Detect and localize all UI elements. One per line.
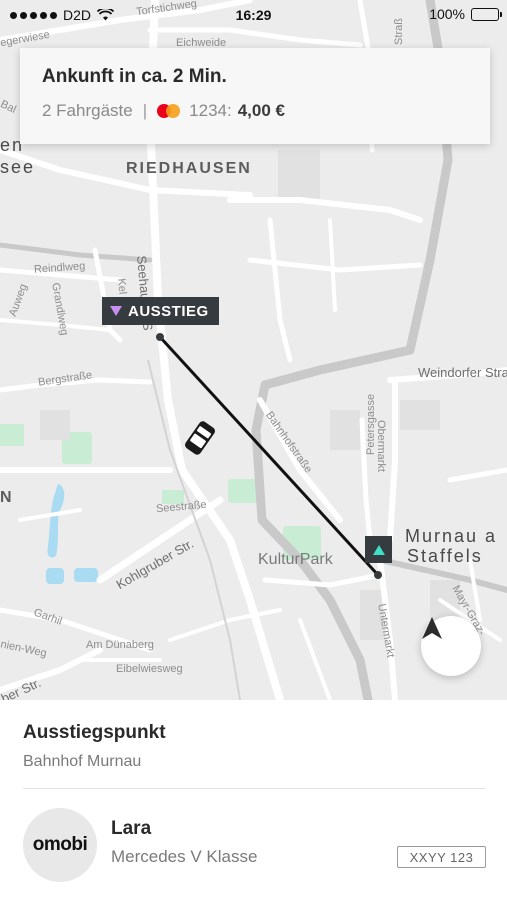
- vehicle-icon: [185, 421, 215, 455]
- poi-label: KulturPark: [258, 551, 333, 568]
- passenger-count: 2 Fahrgäste: [42, 101, 133, 120]
- driver-avatar: omobi: [23, 808, 97, 882]
- park-area: [0, 424, 24, 446]
- destination-heading: Ausstiegspunkt: [23, 722, 166, 743]
- place-label: N: [0, 489, 14, 506]
- lake: [46, 568, 64, 584]
- lake: [74, 568, 98, 582]
- ride-details: 2 Fahrgäste | 1234: 4,00 €: [42, 101, 285, 121]
- dropoff-triangle-icon: [110, 306, 122, 316]
- dropoff-marker-label[interactable]: AUSSTIEG: [102, 297, 219, 325]
- vehicle-model: Mercedes V Klasse: [111, 847, 258, 866]
- lake: [47, 484, 65, 558]
- status-bar: D2D 16:29 100%: [0, 0, 507, 30]
- street-label: Am Dünaberg: [86, 639, 154, 651]
- pickup-triangle-icon: [372, 544, 385, 555]
- street-label: Petersgasse: [365, 393, 377, 455]
- navigation-arrow-icon: [422, 617, 442, 639]
- omobi-logo: omobi: [32, 834, 88, 855]
- locate-me-button[interactable]: [421, 616, 481, 676]
- trip-info-sheet: Ausstiegspunkt Bahnhof Murnau omobi Lara…: [0, 700, 507, 900]
- license-plate: XXYY 123: [397, 846, 486, 868]
- district-label: RIEDHAUSEN: [126, 160, 252, 177]
- place-label: see: [0, 157, 36, 177]
- town-label: Staffels: [407, 546, 483, 566]
- battery-icon: [471, 7, 502, 21]
- mastercard-icon: [157, 103, 183, 119]
- ride-price: 4,00 €: [237, 101, 285, 120]
- card-number: 1234:: [189, 101, 232, 120]
- street-label: Eibelwiesweg: [116, 663, 183, 675]
- pickup-pin: [374, 571, 382, 579]
- status-bar-right: 100%: [429, 6, 502, 22]
- dropoff-pin: [156, 333, 164, 341]
- route-line: [158, 335, 380, 577]
- street-label: Kel: [115, 277, 129, 295]
- driver-name: Lara: [111, 818, 152, 839]
- divider: [23, 788, 485, 789]
- town-label: Murnau a: [405, 526, 498, 546]
- arrival-title: Ankunft in ca. 2 Min.: [42, 66, 227, 87]
- dropoff-label-text: AUSSTIEG: [128, 302, 209, 320]
- street-label: Weindorfer Stra: [418, 365, 507, 380]
- separator: |: [142, 101, 148, 120]
- arrival-card: Ankunft in ca. 2 Min. 2 Fahrgäste | 1234…: [20, 48, 490, 144]
- battery-percent: 100%: [429, 6, 465, 22]
- pickup-marker[interactable]: [365, 536, 392, 563]
- destination-name: Bahnhof Murnau: [23, 753, 142, 770]
